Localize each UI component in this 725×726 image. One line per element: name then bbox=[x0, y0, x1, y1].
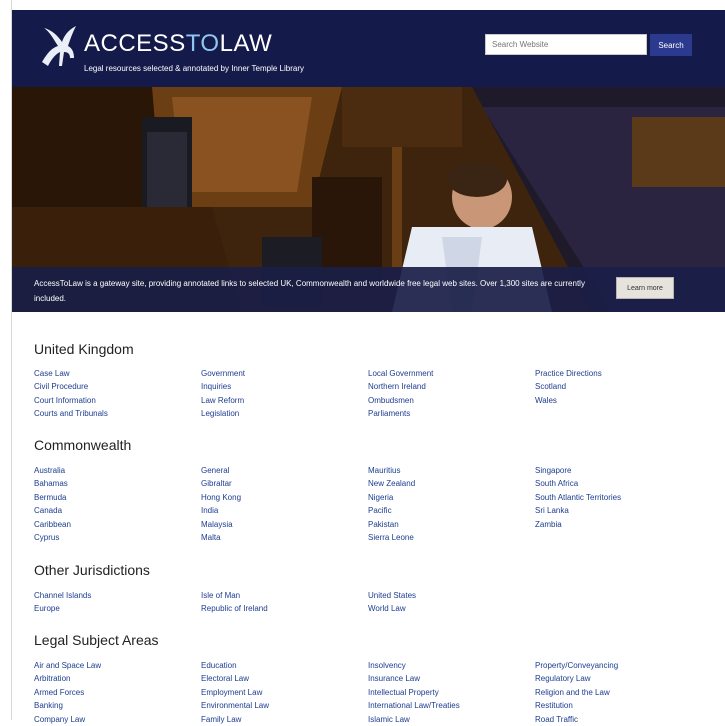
link-court-information[interactable]: Court Information bbox=[34, 394, 108, 407]
link-united-states[interactable]: United States bbox=[368, 589, 416, 602]
link-insolvency[interactable]: Insolvency bbox=[368, 659, 460, 672]
link-south-atlantic-territories[interactable]: South Atlantic Territories bbox=[535, 491, 621, 504]
link-local-government[interactable]: Local Government bbox=[368, 367, 433, 380]
link-bermuda[interactable]: Bermuda bbox=[34, 491, 71, 504]
link-india[interactable]: India bbox=[201, 504, 241, 517]
link-mauritius[interactable]: Mauritius bbox=[368, 464, 415, 477]
link-nigeria[interactable]: Nigeria bbox=[368, 491, 415, 504]
link-zambia[interactable]: Zambia bbox=[535, 518, 621, 531]
link-regulatory-law[interactable]: Regulatory Law bbox=[535, 672, 618, 685]
link-banking[interactable]: Banking bbox=[34, 699, 101, 712]
link-intellectual-property[interactable]: Intellectual Property bbox=[368, 686, 460, 699]
commonwealth-column-4: Singapore South Africa South Atlantic Te… bbox=[535, 464, 621, 531]
logo-word-to: TO bbox=[185, 30, 220, 57]
link-law-reform[interactable]: Law Reform bbox=[201, 394, 245, 407]
section-title-legal-subject-areas: Legal Subject Areas bbox=[34, 632, 159, 648]
subjects-column-2: Education Electoral Law Employment Law E… bbox=[201, 659, 269, 726]
search-button[interactable]: Search bbox=[650, 34, 692, 56]
link-scotland[interactable]: Scotland bbox=[535, 380, 602, 393]
logo-word-law: LAW bbox=[219, 30, 273, 57]
link-gibraltar[interactable]: Gibraltar bbox=[201, 477, 241, 490]
site-header: ACCESSTOLAW Legal resources selected & a… bbox=[12, 10, 725, 87]
subjects-column-3: Insolvency Insurance Law Intellectual Pr… bbox=[368, 659, 460, 726]
link-religion-and-the-law[interactable]: Religion and the Law bbox=[535, 686, 618, 699]
pegasus-logo-icon[interactable] bbox=[34, 22, 86, 74]
link-courts-and-tribunals[interactable]: Courts and Tribunals bbox=[34, 407, 108, 420]
link-legislation[interactable]: Legislation bbox=[201, 407, 245, 420]
link-family-law[interactable]: Family Law bbox=[201, 713, 269, 726]
link-insurance-law[interactable]: Insurance Law bbox=[368, 672, 460, 685]
link-northern-ireland[interactable]: Northern Ireland bbox=[368, 380, 433, 393]
uk-column-4: Practice Directions Scotland Wales bbox=[535, 367, 602, 407]
link-pacific[interactable]: Pacific bbox=[368, 504, 415, 517]
link-new-zealand[interactable]: New Zealand bbox=[368, 477, 415, 490]
link-south-africa[interactable]: South Africa bbox=[535, 477, 621, 490]
link-general[interactable]: General bbox=[201, 464, 241, 477]
site-logo-text[interactable]: ACCESSTOLAW bbox=[84, 30, 272, 58]
commonwealth-column-2: General Gibraltar Hong Kong India Malays… bbox=[201, 464, 241, 544]
link-islamic-law[interactable]: Islamic Law bbox=[368, 713, 460, 726]
link-caribbean[interactable]: Caribbean bbox=[34, 518, 71, 531]
link-environmental-law[interactable]: Environmental Law bbox=[201, 699, 269, 712]
link-sri-lanka[interactable]: Sri Lanka bbox=[535, 504, 621, 517]
link-europe[interactable]: Europe bbox=[34, 602, 91, 615]
section-title-uk: United Kingdom bbox=[34, 341, 134, 357]
search-input[interactable] bbox=[485, 34, 647, 55]
link-malaysia[interactable]: Malaysia bbox=[201, 518, 241, 531]
link-channel-islands[interactable]: Channel Islands bbox=[34, 589, 91, 602]
link-malta[interactable]: Malta bbox=[201, 531, 241, 544]
link-bahamas[interactable]: Bahamas bbox=[34, 477, 71, 490]
other-column-2: Isle of Man Republic of Ireland bbox=[201, 589, 268, 616]
link-hong-kong[interactable]: Hong Kong bbox=[201, 491, 241, 504]
link-singapore[interactable]: Singapore bbox=[535, 464, 621, 477]
link-road-traffic[interactable]: Road Traffic bbox=[535, 713, 618, 726]
other-column-3: United States World Law bbox=[368, 589, 416, 616]
link-cyprus[interactable]: Cyprus bbox=[34, 531, 71, 544]
link-world-law[interactable]: World Law bbox=[368, 602, 416, 615]
uk-column-1: Case Law Civil Procedure Court Informati… bbox=[34, 367, 108, 421]
link-employment-law[interactable]: Employment Law bbox=[201, 686, 269, 699]
hero-description: AccessToLaw is a gateway site, providing… bbox=[34, 279, 585, 303]
link-restitution[interactable]: Restitution bbox=[535, 699, 618, 712]
subjects-column-4: Property/Conveyancing Regulatory Law Rel… bbox=[535, 659, 618, 726]
uk-column-2: Government Inquiries Law Reform Legislat… bbox=[201, 367, 245, 421]
section-title-other-jurisdictions: Other Jurisdictions bbox=[34, 562, 150, 578]
link-electoral-law[interactable]: Electoral Law bbox=[201, 672, 269, 685]
link-ombudsmen[interactable]: Ombudsmen bbox=[368, 394, 433, 407]
link-republic-of-ireland[interactable]: Republic of Ireland bbox=[201, 602, 268, 615]
link-company-law[interactable]: Company Law bbox=[34, 713, 101, 726]
logo-word-access: ACCESS bbox=[84, 30, 186, 57]
link-parliaments[interactable]: Parliaments bbox=[368, 407, 433, 420]
link-case-law[interactable]: Case Law bbox=[34, 367, 108, 380]
link-education[interactable]: Education bbox=[201, 659, 269, 672]
commonwealth-column-3: Mauritius New Zealand Nigeria Pacific Pa… bbox=[368, 464, 415, 544]
subjects-column-1: Air and Space Law Arbitration Armed Forc… bbox=[34, 659, 101, 726]
link-armed-forces[interactable]: Armed Forces bbox=[34, 686, 101, 699]
commonwealth-column-1: Australia Bahamas Bermuda Canada Caribbe… bbox=[34, 464, 71, 544]
other-column-1: Channel Islands Europe bbox=[34, 589, 91, 616]
link-air-and-space-law[interactable]: Air and Space Law bbox=[34, 659, 101, 672]
link-international-law-treaties[interactable]: International Law/Treaties bbox=[368, 699, 460, 712]
link-civil-procedure[interactable]: Civil Procedure bbox=[34, 380, 108, 393]
link-wales[interactable]: Wales bbox=[535, 394, 602, 407]
link-government[interactable]: Government bbox=[201, 367, 245, 380]
page-frame: ACCESSTOLAW Legal resources selected & a… bbox=[11, 0, 725, 724]
uk-column-3: Local Government Northern Ireland Ombuds… bbox=[368, 367, 433, 421]
link-arbitration[interactable]: Arbitration bbox=[34, 672, 101, 685]
link-australia[interactable]: Australia bbox=[34, 464, 71, 477]
hero-banner: AccessToLaw is a gateway site, providing… bbox=[12, 87, 725, 312]
link-pakistan[interactable]: Pakistan bbox=[368, 518, 415, 531]
link-inquiries[interactable]: Inquiries bbox=[201, 380, 245, 393]
link-isle-of-man[interactable]: Isle of Man bbox=[201, 589, 268, 602]
link-canada[interactable]: Canada bbox=[34, 504, 71, 517]
link-property-conveyancing[interactable]: Property/Conveyancing bbox=[535, 659, 618, 672]
link-sierra-leone[interactable]: Sierra Leone bbox=[368, 531, 415, 544]
section-title-commonwealth: Commonwealth bbox=[34, 437, 132, 453]
learn-more-button[interactable]: Learn more bbox=[616, 277, 674, 299]
site-tagline: Legal resources selected & annotated by … bbox=[84, 64, 304, 73]
link-practice-directions[interactable]: Practice Directions bbox=[535, 367, 602, 380]
